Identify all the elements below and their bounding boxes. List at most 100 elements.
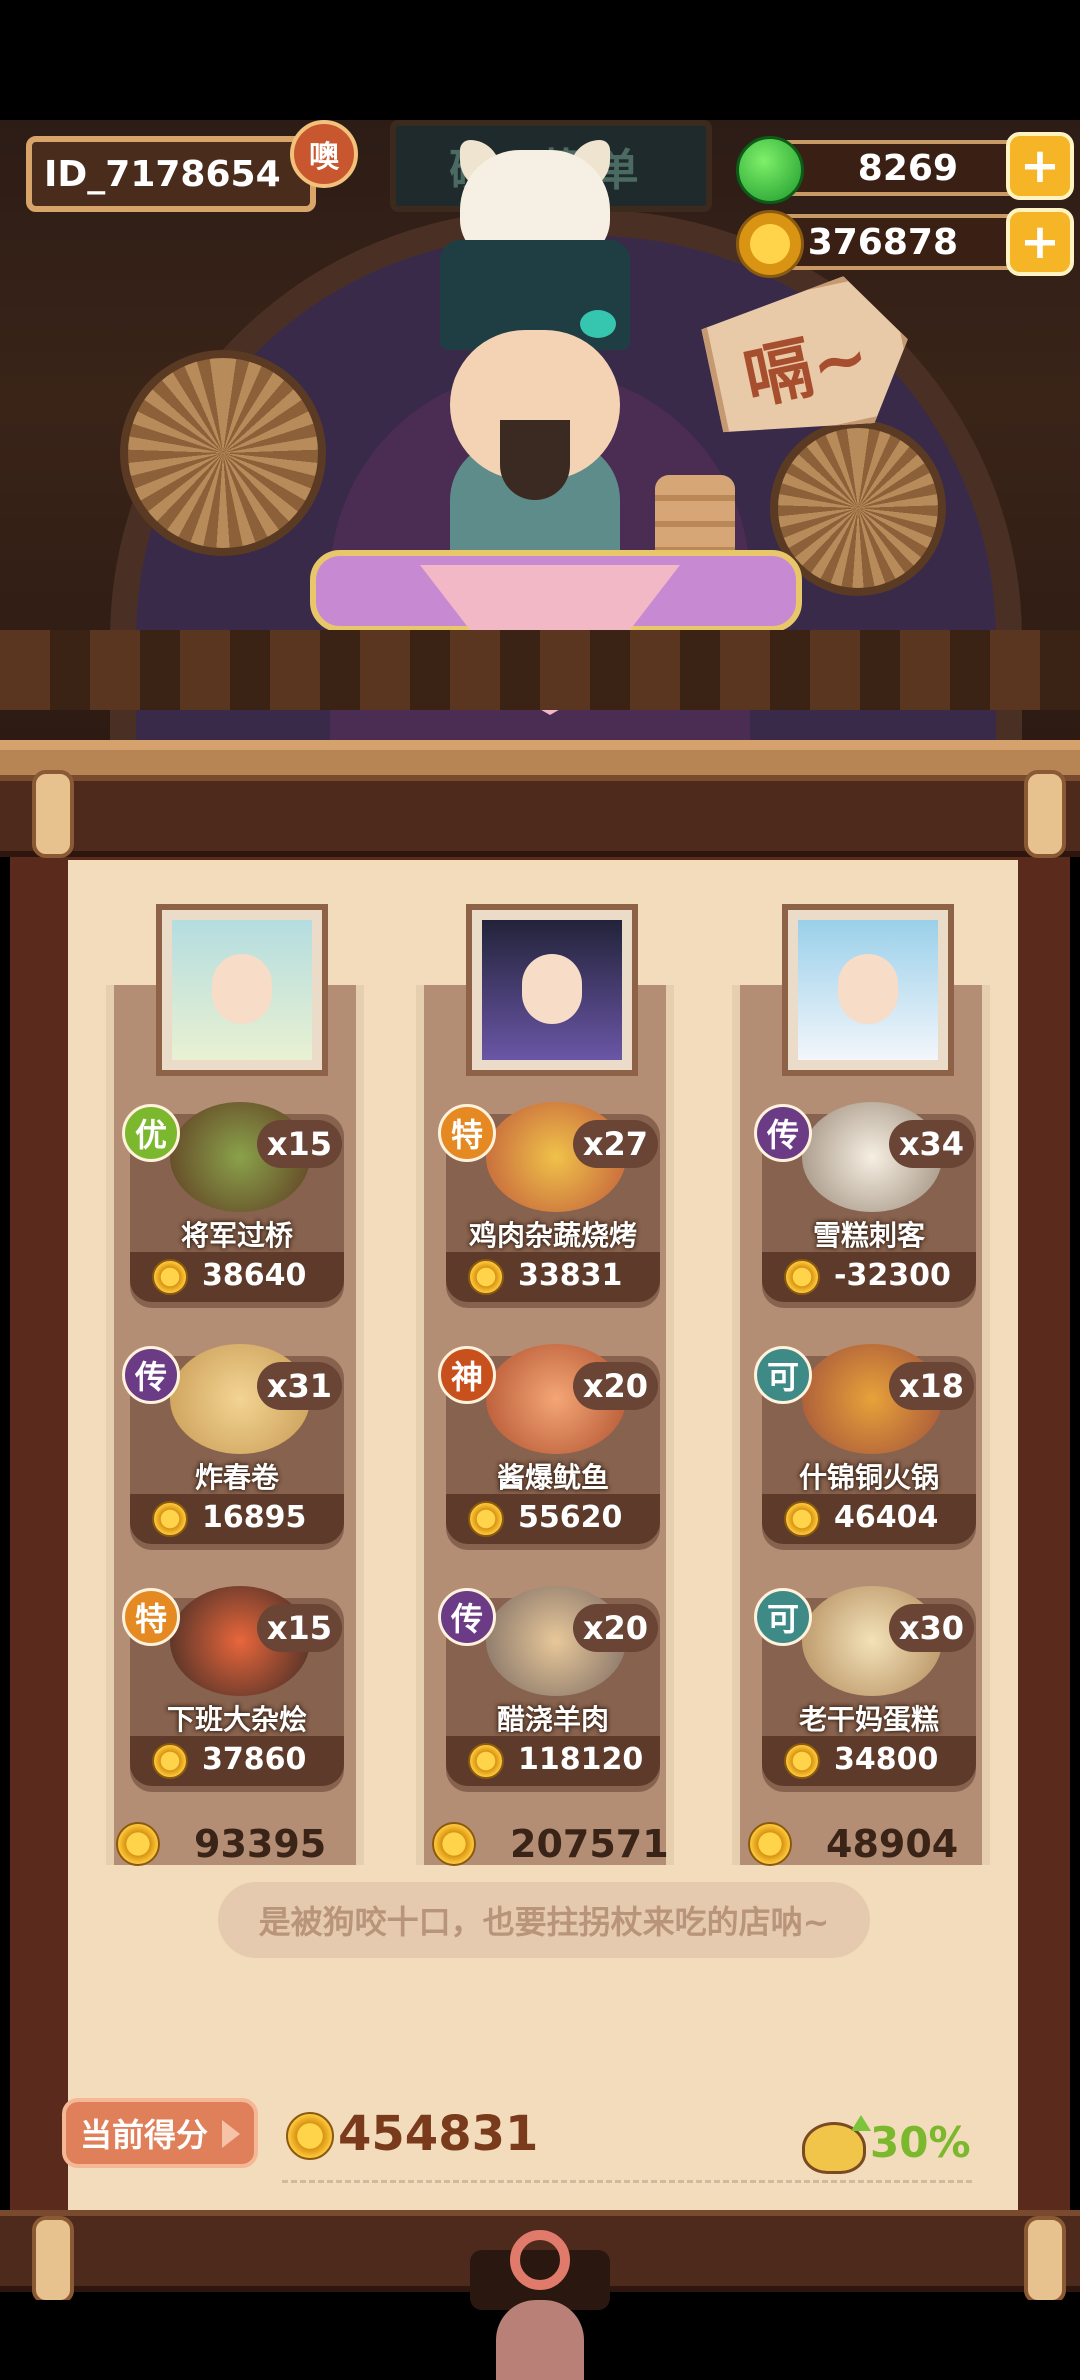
roller-cap-top-left bbox=[32, 770, 74, 858]
play-arrow-icon bbox=[222, 2120, 240, 2148]
dish-price-value: 34800 bbox=[834, 1742, 939, 1777]
grade-badge: 特 bbox=[438, 1104, 496, 1162]
dish-count: x30 bbox=[888, 1604, 974, 1652]
dish-price-value: 118120 bbox=[518, 1742, 644, 1777]
portrait-face bbox=[522, 954, 582, 1024]
dish-count: x15 bbox=[256, 1120, 342, 1168]
chinese-knot-icon bbox=[488, 2230, 592, 2380]
portrait-face bbox=[838, 954, 898, 1024]
score-dashed-line bbox=[282, 2180, 972, 2183]
grade-badge: 神 bbox=[438, 1346, 496, 1404]
grade-badge: 特 bbox=[122, 1588, 180, 1646]
dish-price-value: 38640 bbox=[202, 1258, 307, 1293]
column-total: 48904 bbox=[746, 1818, 996, 1868]
dish-card[interactable]: 特 x15 下班大杂烩 37860 bbox=[122, 1576, 344, 1792]
coin-icon bbox=[784, 1501, 820, 1537]
grade-badge: 可 bbox=[754, 1346, 812, 1404]
dish-price: 46404 bbox=[762, 1494, 976, 1544]
coin-icon bbox=[432, 1822, 476, 1866]
dish-count: x27 bbox=[572, 1120, 658, 1168]
dish-name: 老干妈蛋糕 bbox=[798, 1703, 939, 1736]
player-badge[interactable]: 噢 bbox=[290, 120, 358, 188]
dish-name: 将军过桥 bbox=[180, 1219, 293, 1252]
hat-gem bbox=[580, 310, 616, 338]
apple-icon bbox=[736, 136, 804, 204]
coin-icon bbox=[468, 1743, 504, 1779]
column-total: 207571 bbox=[430, 1818, 680, 1868]
dish-price: 16895 bbox=[130, 1494, 344, 1544]
player-id-box[interactable]: ID_7178654 bbox=[26, 136, 316, 212]
current-score-label: 当前得分 bbox=[80, 2116, 209, 2154]
dish-count: x20 bbox=[572, 1604, 658, 1652]
coin-icon bbox=[286, 2112, 334, 2160]
dish-card[interactable]: 传 x31 炸春卷 16895 bbox=[122, 1334, 344, 1550]
grade-badge: 可 bbox=[754, 1588, 812, 1646]
column-total-value: 48904 bbox=[826, 1822, 959, 1866]
apple-count: 8269 bbox=[857, 147, 958, 189]
grade-badge: 传 bbox=[754, 1104, 812, 1162]
dish-card[interactable]: 神 x20 酱爆鱿鱼 55620 bbox=[438, 1334, 660, 1550]
grade-badge: 传 bbox=[438, 1588, 496, 1646]
shop-review-quote: 是被狗咬十口，也要拄拐杖来吃的店呐~ bbox=[218, 1882, 870, 1958]
dish-card[interactable]: 传 x20 醋浇羊肉 118120 bbox=[438, 1576, 660, 1792]
player-id: ID_7178654 bbox=[44, 153, 281, 195]
scroll-roller-top bbox=[0, 775, 1080, 857]
dish-price: 55620 bbox=[446, 1494, 660, 1544]
dish-price-value: 37860 bbox=[202, 1742, 307, 1777]
coin-icon bbox=[784, 1259, 820, 1295]
coin-icon bbox=[468, 1259, 504, 1295]
current-score-button[interactable]: 当前得分 bbox=[62, 2098, 258, 2168]
dish-name: 酱爆鱿鱼 bbox=[496, 1461, 609, 1494]
dish-price: 118120 bbox=[446, 1736, 660, 1786]
roller-cap-bottom-left bbox=[32, 2216, 74, 2304]
dish-price-value: 55620 bbox=[518, 1500, 623, 1535]
portrait-face bbox=[212, 954, 272, 1024]
dish-card[interactable]: 可 x18 什锦铜火锅 46404 bbox=[754, 1334, 976, 1550]
knot-tassel bbox=[496, 2300, 584, 2380]
dish-card[interactable]: 可 x30 老干妈蛋糕 34800 bbox=[754, 1576, 976, 1792]
column-total-value: 93395 bbox=[194, 1822, 327, 1866]
coin-icon bbox=[784, 1743, 820, 1779]
dish-price-value: 16895 bbox=[202, 1500, 307, 1535]
dish-card[interactable]: 特 x27 鸡肉杂蔬烧烤 33831 bbox=[438, 1092, 660, 1308]
dish-name: 醋浇羊肉 bbox=[496, 1703, 609, 1736]
roller-cap-bottom-right bbox=[1024, 2216, 1066, 2304]
chef-portrait-3[interactable] bbox=[788, 910, 948, 1070]
dish-price-value: -32300 bbox=[834, 1258, 951, 1293]
column-total-value: 207571 bbox=[510, 1822, 669, 1866]
dish-card[interactable]: 传 x34 雪糕刺客 -32300 bbox=[754, 1092, 976, 1308]
chef-portrait-1[interactable] bbox=[162, 910, 322, 1070]
dish-card[interactable]: 优 x15 将军过桥 38640 bbox=[122, 1092, 344, 1308]
dish-price: 34800 bbox=[762, 1736, 976, 1786]
dish-name: 下班大杂烩 bbox=[166, 1703, 307, 1736]
dish-count: x15 bbox=[256, 1604, 342, 1652]
add-apple-button[interactable]: + bbox=[1006, 132, 1074, 200]
dish-count: x31 bbox=[256, 1362, 342, 1410]
coin-icon bbox=[736, 210, 804, 278]
coin-icon bbox=[116, 1822, 160, 1866]
chef-portrait-2[interactable] bbox=[472, 910, 632, 1070]
dish-count: x18 bbox=[888, 1362, 974, 1410]
dish-price: 33831 bbox=[446, 1252, 660, 1302]
dish-name: 什锦铜火锅 bbox=[798, 1461, 939, 1494]
add-coin-button[interactable]: + bbox=[1006, 208, 1074, 276]
coin-icon bbox=[468, 1501, 504, 1537]
knot-ring bbox=[510, 2230, 570, 2290]
grade-badge: 优 bbox=[122, 1104, 180, 1162]
coin-icon bbox=[152, 1259, 188, 1295]
coin-icon bbox=[152, 1743, 188, 1779]
roller-cap-top-right bbox=[1024, 770, 1066, 858]
bonus-pot-icon bbox=[802, 2115, 871, 2174]
coin-icon bbox=[748, 1822, 792, 1866]
dish-price: 38640 bbox=[130, 1252, 344, 1302]
wooden-railing bbox=[0, 630, 1080, 710]
dish-count: x34 bbox=[888, 1120, 974, 1168]
dish-count: x20 bbox=[572, 1362, 658, 1410]
chef-beard bbox=[500, 420, 570, 500]
dish-name: 雪糕刺客 bbox=[812, 1219, 925, 1252]
coin-count: 376878 bbox=[807, 221, 958, 263]
paper-fan-left bbox=[120, 350, 326, 556]
dish-name: 鸡肉杂蔬烧烤 bbox=[468, 1219, 637, 1252]
dish-name: 炸春卷 bbox=[194, 1461, 279, 1494]
coin-icon bbox=[152, 1501, 188, 1537]
